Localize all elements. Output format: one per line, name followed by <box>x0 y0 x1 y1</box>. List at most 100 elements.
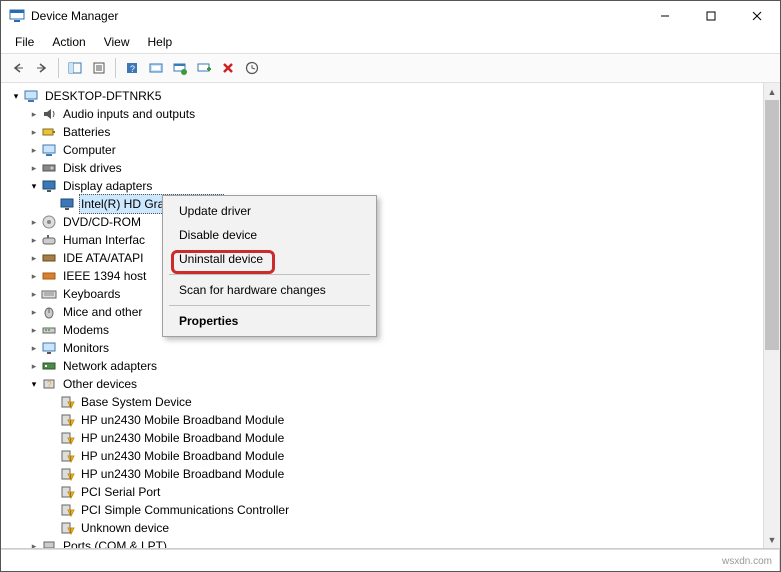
tree-item-unknown[interactable]: !Unknown device <box>5 519 763 537</box>
chevron-right-icon[interactable]: ▸ <box>27 105 41 123</box>
tree-label: Batteries <box>61 123 112 141</box>
chevron-right-icon[interactable]: ▸ <box>27 537 41 548</box>
tree-item-intel-graphics[interactable]: Intel(R) HD Graphics 3000 <box>5 195 763 213</box>
tree-item-other[interactable]: ▾?Other devices <box>5 375 763 393</box>
chevron-right-icon[interactable]: ▸ <box>27 285 41 303</box>
chevron-down-icon[interactable]: ▾ <box>27 375 41 393</box>
chevron-right-icon[interactable]: ▸ <box>27 213 41 231</box>
warning-device-icon: ! <box>59 484 75 500</box>
chevron-right-icon[interactable]: ▸ <box>27 141 41 159</box>
help-button[interactable]: ? <box>121 57 143 79</box>
modem-icon <box>41 322 57 338</box>
menubar: File Action View Help <box>1 31 780 53</box>
tree-label: Mice and other <box>61 303 144 321</box>
menu-action[interactable]: Action <box>44 33 93 51</box>
hid-icon <box>41 232 57 248</box>
display-icon <box>59 196 75 212</box>
tree-item-audio[interactable]: ▸Audio inputs and outputs <box>5 105 763 123</box>
tree-item-hp2[interactable]: !HP un2430 Mobile Broadband Module <box>5 429 763 447</box>
chevron-right-icon[interactable]: ▸ <box>27 339 41 357</box>
window-title: Device Manager <box>31 9 118 23</box>
back-button[interactable] <box>7 57 29 79</box>
tree-item-display[interactable]: ▾ Display adapters <box>5 177 763 195</box>
menu-view[interactable]: View <box>96 33 138 51</box>
speaker-icon <box>41 106 57 122</box>
tree-item-ide[interactable]: ▸IDE ATA/ATAPI <box>5 249 763 267</box>
tree-item-ports[interactable]: ▸Ports (COM & LPT) <box>5 537 763 548</box>
tree-label: PCI Simple Communications Controller <box>79 501 291 519</box>
tree-label: HP un2430 Mobile Broadband Module <box>79 411 286 429</box>
tree-label: Keyboards <box>61 285 122 303</box>
scan-hardware-button[interactable] <box>145 57 167 79</box>
properties-button[interactable] <box>88 57 110 79</box>
ctx-update-driver[interactable]: Update driver <box>165 199 374 223</box>
tree-label: DVD/CD-ROM <box>61 213 143 231</box>
tree-item-ieee[interactable]: ▸ IEEE 1394 host <box>5 267 763 285</box>
keyboard-icon <box>41 286 57 302</box>
chevron-right-icon[interactable]: ▸ <box>27 303 41 321</box>
network-icon <box>41 358 57 374</box>
tree-item-keyboards[interactable]: ▸ Keyboards <box>5 285 763 303</box>
device-tree[interactable]: ▾ DESKTOP-DFTNRK5 ▸Audio inputs and outp… <box>1 83 763 548</box>
tree-item-base-system[interactable]: !Base System Device <box>5 393 763 411</box>
chevron-down-icon[interactable]: ▾ <box>27 177 41 195</box>
menu-help[interactable]: Help <box>140 33 181 51</box>
tree-label: Display adapters <box>61 177 154 195</box>
warning-device-icon: ! <box>59 502 75 518</box>
disk-icon <box>41 160 57 176</box>
chevron-right-icon[interactable]: ▸ <box>27 267 41 285</box>
forward-button[interactable] <box>31 57 53 79</box>
add-legacy-button[interactable] <box>193 57 215 79</box>
scroll-thumb[interactable] <box>765 100 779 350</box>
ide-icon <box>41 250 57 266</box>
tree-item-hid[interactable]: ▸Human Interfac <box>5 231 763 249</box>
ctx-uninstall-device[interactable]: Uninstall device <box>165 247 374 271</box>
menu-file[interactable]: File <box>7 33 42 51</box>
chevron-right-icon[interactable]: ▸ <box>27 357 41 375</box>
warning-device-icon: ! <box>59 466 75 482</box>
tree-item-hp3[interactable]: !HP un2430 Mobile Broadband Module <box>5 447 763 465</box>
tree-label: PCI Serial Port <box>79 483 162 501</box>
warning-device-icon: ! <box>59 448 75 464</box>
ctx-properties[interactable]: Properties <box>165 309 374 333</box>
tree-item-modems[interactable]: ▸Modems <box>5 321 763 339</box>
chevron-right-icon[interactable]: ▸ <box>27 159 41 177</box>
maximize-button[interactable] <box>688 1 734 31</box>
warning-device-icon: ! <box>59 430 75 446</box>
show-hide-console-button[interactable] <box>64 57 86 79</box>
disable-button[interactable] <box>241 57 263 79</box>
tree-label: Network adapters <box>61 357 159 375</box>
tree-root[interactable]: ▾ DESKTOP-DFTNRK5 <box>5 87 763 105</box>
optical-drive-icon <box>41 214 57 230</box>
chevron-down-icon[interactable]: ▾ <box>9 87 23 105</box>
close-button[interactable] <box>734 1 780 31</box>
chevron-right-icon[interactable]: ▸ <box>27 231 41 249</box>
tree-item-hp4[interactable]: !HP un2430 Mobile Broadband Module <box>5 465 763 483</box>
tree-item-monitors[interactable]: ▸Monitors <box>5 339 763 357</box>
uninstall-button[interactable] <box>217 57 239 79</box>
content-area: ▾ DESKTOP-DFTNRK5 ▸Audio inputs and outp… <box>1 83 780 549</box>
ctx-disable-device[interactable]: Disable device <box>165 223 374 247</box>
tree-item-disk[interactable]: ▸Disk drives <box>5 159 763 177</box>
ports-icon <box>41 538 57 548</box>
chevron-right-icon[interactable]: ▸ <box>27 123 41 141</box>
tree-item-pci-serial[interactable]: !PCI Serial Port <box>5 483 763 501</box>
tree-item-computer[interactable]: ▸Computer <box>5 141 763 159</box>
chevron-right-icon[interactable]: ▸ <box>27 249 41 267</box>
tree-item-pci-simple[interactable]: !PCI Simple Communications Controller <box>5 501 763 519</box>
scroll-down-arrow-icon[interactable]: ▼ <box>764 531 780 548</box>
tree-item-mice[interactable]: ▸ Mice and other <box>5 303 763 321</box>
minimize-button[interactable] <box>642 1 688 31</box>
computer-icon <box>41 142 57 158</box>
monitor-icon <box>41 340 57 356</box>
ctx-scan-hardware[interactable]: Scan for hardware changes <box>165 278 374 302</box>
tree-label: IEEE 1394 host <box>61 267 148 285</box>
update-driver-button[interactable] <box>169 57 191 79</box>
scroll-up-arrow-icon[interactable]: ▲ <box>764 83 780 100</box>
tree-item-hp1[interactable]: !HP un2430 Mobile Broadband Module <box>5 411 763 429</box>
vertical-scrollbar[interactable]: ▲ ▼ <box>763 83 780 548</box>
tree-item-batteries[interactable]: ▸ Batteries <box>5 123 763 141</box>
tree-item-network[interactable]: ▸ Network adapters <box>5 357 763 375</box>
tree-item-dvd[interactable]: ▸ DVD/CD-ROM <box>5 213 763 231</box>
chevron-right-icon[interactable]: ▸ <box>27 321 41 339</box>
